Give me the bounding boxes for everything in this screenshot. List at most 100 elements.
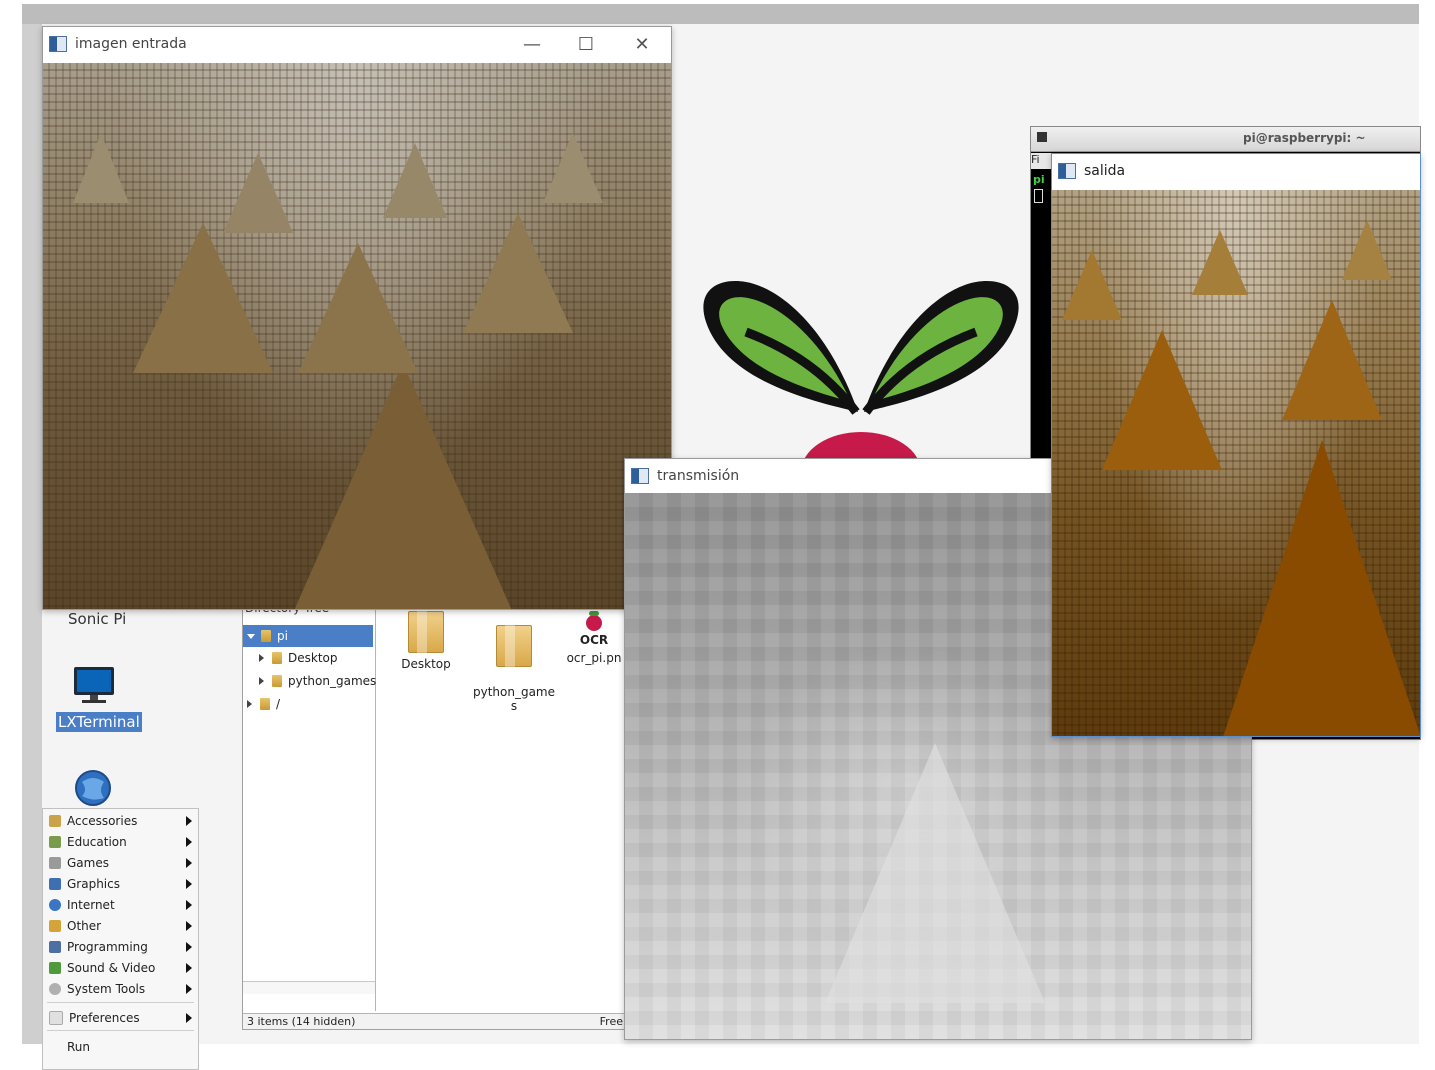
output-image — [1052, 190, 1420, 736]
submenu-arrow-icon — [186, 836, 192, 847]
terminal-icon — [1037, 132, 1047, 142]
file-item-python-games[interactable]: python_game s — [471, 605, 557, 727]
submenu-arrow-icon — [186, 878, 192, 889]
menu-item-preferences[interactable]: Preferences — [43, 1007, 198, 1028]
haystack — [383, 143, 447, 218]
menu-item-programming[interactable]: Programming — [43, 936, 198, 957]
preferences-icon — [49, 1010, 63, 1025]
tree-item-desktop[interactable]: Desktop — [243, 647, 338, 669]
accessories-icon — [49, 814, 61, 827]
monitor-icon[interactable] — [72, 665, 116, 705]
app-icon — [631, 468, 649, 484]
haystack — [293, 363, 513, 609]
desktop-icon-sonic-pi-label[interactable]: Sonic Pi — [68, 610, 126, 628]
window-title: imagen entrada — [75, 36, 187, 52]
collapse-arrow-icon[interactable] — [259, 677, 264, 685]
app-icon — [1058, 163, 1076, 179]
menu-separator — [47, 1030, 194, 1031]
window-imagen-entrada: imagen entrada — ☐ ✕ — [42, 26, 672, 610]
file-item-desktop[interactable]: Desktop — [383, 605, 469, 671]
top-strip — [22, 4, 1419, 24]
raspberry-icon — [581, 611, 607, 633]
menu-item-graphics[interactable]: Graphics — [43, 873, 198, 894]
minimize-button[interactable]: — — [509, 27, 555, 61]
haystack — [1192, 230, 1248, 295]
collapse-arrow-icon[interactable] — [247, 700, 252, 708]
globe-icon[interactable] — [74, 768, 112, 808]
folder-icon — [496, 625, 532, 667]
maximize-button[interactable]: ☐ — [563, 27, 609, 61]
tree-item-pi[interactable]: pi — [243, 625, 373, 647]
games-icon — [49, 856, 61, 869]
submenu-arrow-icon — [186, 857, 192, 868]
expand-arrow-icon[interactable] — [247, 633, 255, 639]
education-icon — [49, 835, 61, 848]
submenu-arrow-icon — [186, 899, 192, 910]
haystack — [223, 153, 293, 233]
menu-item-run[interactable]: Run — [43, 1036, 198, 1057]
submenu-arrow-icon — [186, 815, 192, 826]
menu-item-other[interactable]: Other — [43, 915, 198, 936]
collapse-arrow-icon[interactable] — [259, 654, 264, 662]
raspberry-pi-logo — [703, 281, 1019, 472]
haystack — [298, 243, 418, 373]
menu-item-system-tools[interactable]: System Tools — [43, 978, 198, 999]
system-tools-icon — [49, 982, 61, 995]
folder-icon — [260, 698, 270, 710]
internet-icon — [49, 898, 61, 911]
folder-icon — [261, 630, 271, 642]
menu-item-sound-video[interactable]: Sound & Video — [43, 957, 198, 978]
menu-item-accessories[interactable]: Accessories — [43, 810, 198, 831]
haystack — [73, 133, 129, 203]
horizontal-scrollbar[interactable] — [243, 981, 375, 994]
haystack — [1342, 220, 1392, 280]
terminal-cursor — [1034, 189, 1043, 203]
haystack — [543, 133, 603, 203]
folder-icon — [408, 611, 444, 653]
menu-item-internet[interactable]: Internet — [43, 894, 198, 915]
haystack — [133, 223, 273, 373]
desktop-left-edge — [22, 24, 42, 1044]
menu-separator — [47, 1002, 194, 1003]
haystack — [1222, 440, 1420, 736]
file-manager-window: Directory Tree pi Desktop python_games /… — [242, 600, 628, 1030]
status-free-space: Free — [599, 1015, 623, 1028]
other-icon — [49, 919, 61, 932]
submenu-arrow-icon — [186, 962, 192, 973]
directory-tree-pane: Directory Tree pi Desktop python_games / — [243, 601, 376, 1011]
application-menu: Accessories Education Games Graphics Int… — [42, 808, 199, 1070]
input-image — [43, 63, 671, 609]
terminal-title: pi@raspberrypi: ~ — [1243, 131, 1366, 145]
submenu-arrow-icon — [186, 920, 192, 931]
status-bar: 3 items (14 hidden) Free — [243, 1013, 627, 1029]
status-item-count: 3 items (14 hidden) — [247, 1015, 356, 1028]
haystack — [1062, 250, 1122, 320]
folder-icon — [272, 675, 282, 687]
terminal-titlebar[interactable]: pi@raspberrypi: ~ — [1031, 127, 1420, 152]
tree-item-python-games[interactable]: python_games — [243, 670, 376, 692]
haystack — [1282, 300, 1382, 420]
graphics-icon — [49, 877, 61, 890]
programming-icon — [49, 940, 61, 953]
close-button[interactable]: ✕ — [619, 27, 665, 61]
menu-item-education[interactable]: Education — [43, 831, 198, 852]
desktop-icon-lxterminal-label[interactable]: LXTerminal — [56, 712, 142, 732]
window-title: salida — [1084, 163, 1126, 179]
haystack — [1102, 330, 1222, 470]
submenu-arrow-icon — [186, 941, 192, 952]
submenu-arrow-icon — [186, 1012, 192, 1023]
window-title: transmisión — [657, 468, 740, 484]
tree-item-root[interactable]: / — [243, 693, 280, 715]
haystack-silhouette — [825, 743, 1045, 1003]
sound-video-icon — [49, 961, 61, 974]
file-item-ocr-pi[interactable]: OCR ocr_pi.pn — [559, 605, 629, 665]
terminal-menu-fragment[interactable]: Fi — [1031, 153, 1053, 169]
haystack — [463, 213, 573, 333]
menu-item-games[interactable]: Games — [43, 852, 198, 873]
app-icon — [49, 36, 67, 52]
titlebar-salida[interactable]: salida — [1052, 154, 1420, 188]
submenu-arrow-icon — [186, 983, 192, 994]
folder-icon — [272, 652, 282, 664]
window-salida: salida — [1051, 153, 1421, 737]
ocr-badge: OCR — [579, 633, 609, 647]
